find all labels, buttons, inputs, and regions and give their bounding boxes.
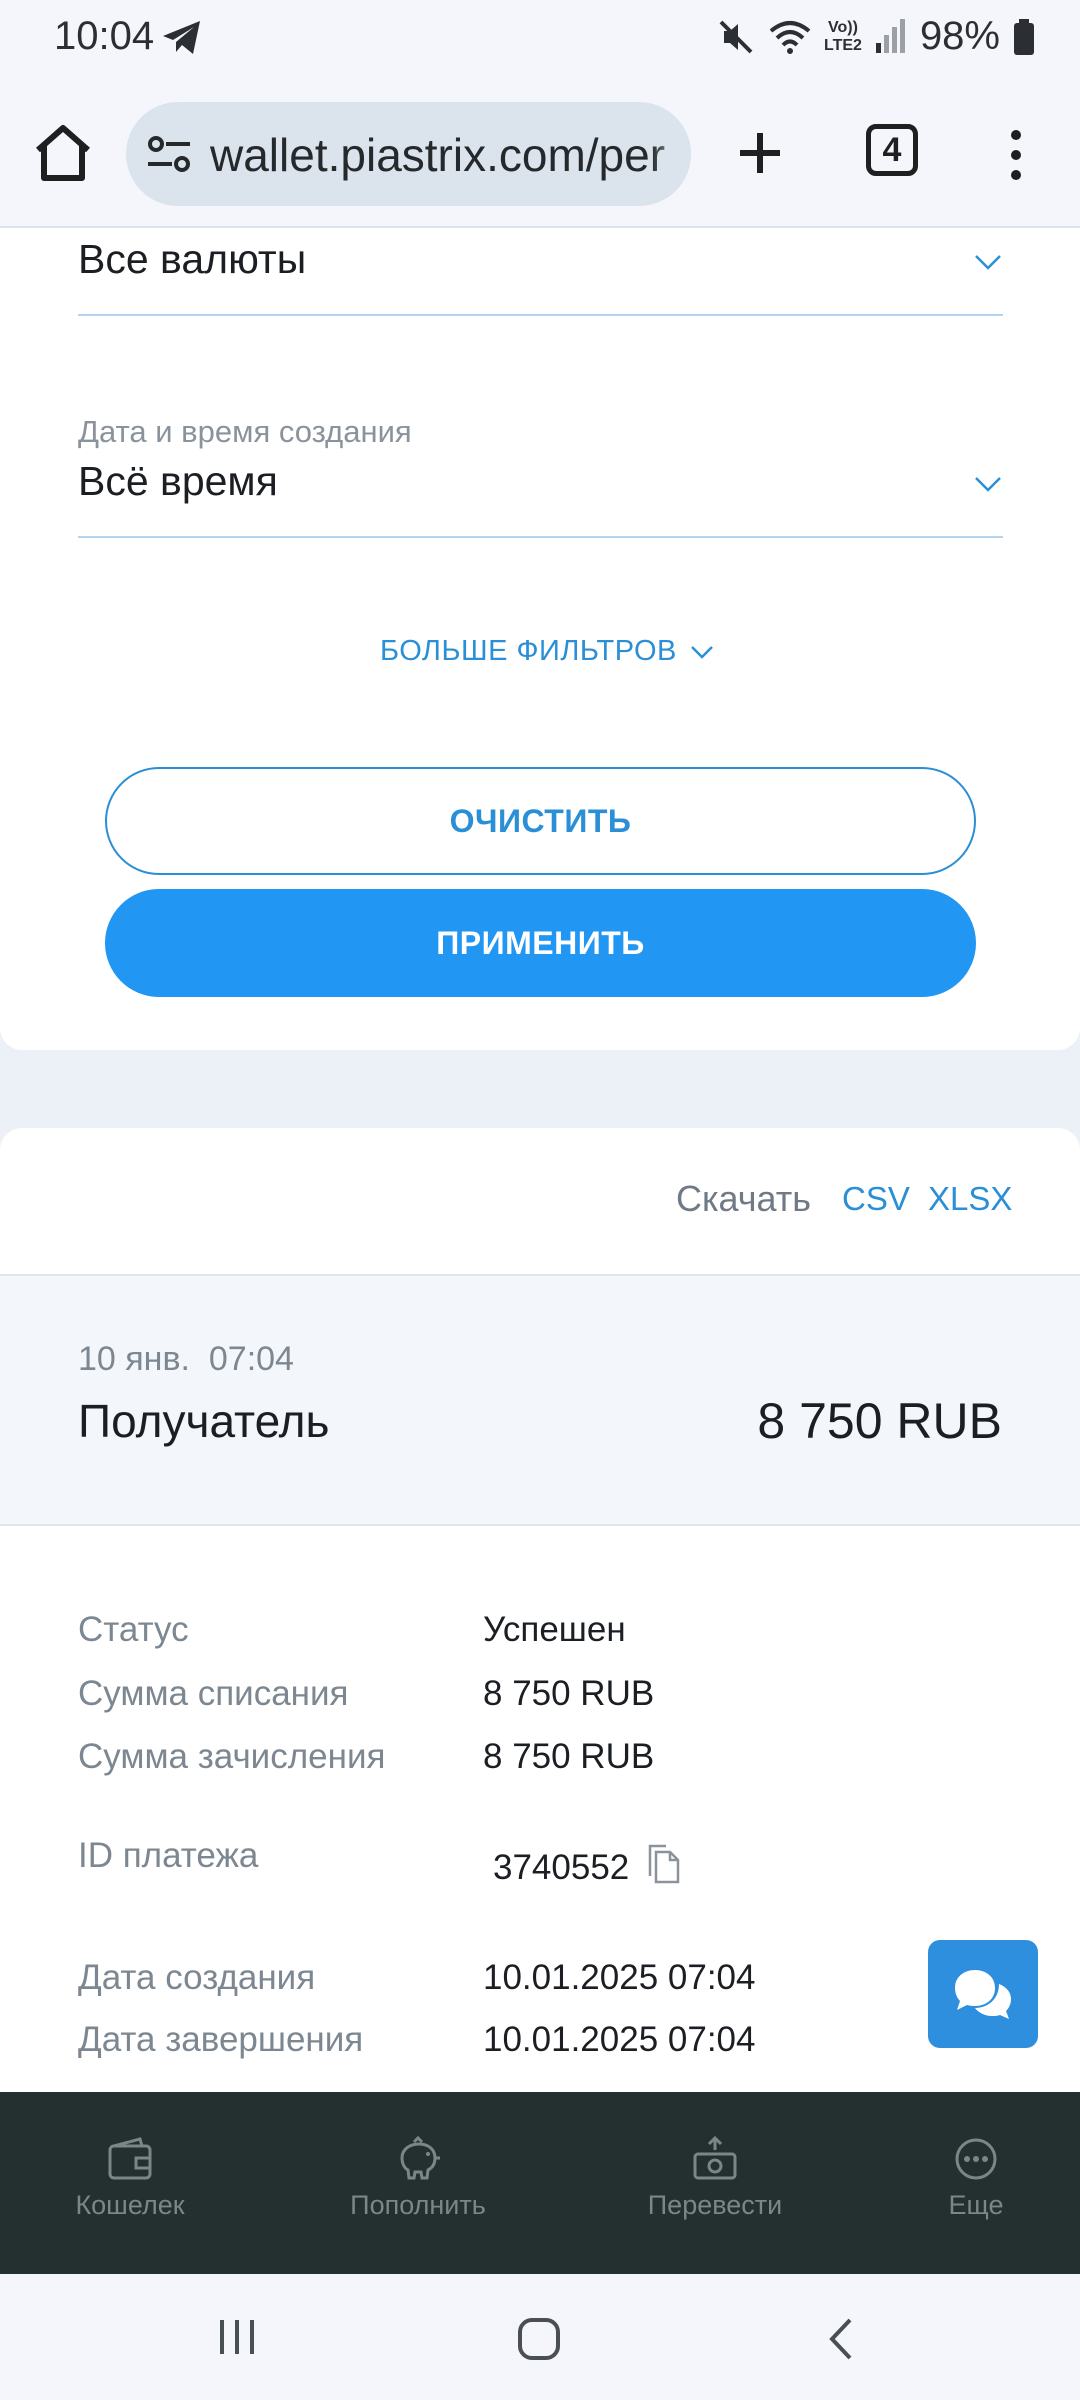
- transaction-time: 07:04: [208, 1340, 294, 1378]
- chat-icon: [955, 1970, 1011, 2019]
- address-bar[interactable]: wallet.piastrix.com/per: [126, 102, 691, 206]
- piggy-bank-icon: [400, 2136, 440, 2180]
- site-settings-icon[interactable]: [146, 132, 192, 176]
- download-csv-link[interactable]: CSV: [842, 1180, 910, 1218]
- nav-item-wallet[interactable]: Кошелек: [30, 2136, 230, 2221]
- more-filters-label: БОЛЬШЕ ФИЛЬТРОВ: [380, 635, 677, 667]
- detail-value-payment-id: 3740552: [493, 1848, 630, 1887]
- detail-value-credit-amount: 8 750 RUB: [483, 1737, 655, 1776]
- currency-select[interactable]: Все валюты: [78, 228, 1003, 316]
- status-icons: Vo)) LTE2 98%: [716, 14, 1036, 59]
- detail-label-payment-id: ID платежа: [78, 1836, 259, 1875]
- transaction-amount: 8 750 RUB: [757, 1393, 1002, 1449]
- recent-apps-icon[interactable]: [214, 2314, 260, 2360]
- volte-label: Vo)): [828, 18, 858, 36]
- chevron-down-icon: [975, 255, 1001, 270]
- tab-switcher-button[interactable]: 4: [866, 124, 918, 176]
- nav-item-deposit[interactable]: Пополнить: [318, 2136, 518, 2221]
- detail-label-status: Статус: [78, 1610, 189, 1649]
- transaction-date: 10 янв.: [78, 1340, 190, 1378]
- created-date-label: Дата и время создания: [78, 414, 412, 449]
- copy-icon[interactable]: [646, 1844, 682, 1886]
- currency-select-value: Все валюты: [78, 236, 307, 282]
- nav-label-more: Еще: [948, 2190, 1004, 2220]
- nav-item-more[interactable]: Еще: [876, 2136, 1076, 2221]
- download-xlsx-link[interactable]: XLSX: [928, 1180, 1012, 1218]
- detail-value-created-date: 10.01.2025 07:04: [483, 1958, 756, 1997]
- support-chat-button[interactable]: [928, 1940, 1038, 2048]
- nav-item-transfer[interactable]: Перевести: [615, 2136, 815, 2221]
- bottom-navigation: Кошелек Пополнить Перевести Еще: [0, 2092, 1080, 2274]
- created-date-select[interactable]: Дата и время создания Всё время: [78, 414, 1003, 538]
- status-bar: 10:04 Vo)) LTE2 98%: [0, 0, 1080, 80]
- transaction-party: Получатель: [78, 1395, 330, 1447]
- wallet-icon: [108, 2137, 152, 2180]
- detail-label-completed-date: Дата завершения: [78, 2020, 364, 2059]
- download-row: Скачать CSV XLSX: [0, 1128, 1080, 1276]
- wifi-icon: [769, 20, 811, 54]
- url-text: wallet.piastrix.com/per: [210, 129, 666, 181]
- system-navigation-bar: [0, 2274, 1080, 2400]
- transaction-datetime: 10 янв. 07:04: [78, 1340, 294, 1379]
- mute-icon: [719, 20, 753, 53]
- detail-label-created-date: Дата создания: [78, 1958, 316, 1997]
- new-tab-icon[interactable]: [730, 120, 790, 186]
- browser-toolbar: wallet.piastrix.com/per 4: [0, 80, 1080, 228]
- nav-label-deposit: Пополнить: [350, 2190, 486, 2220]
- signal-icon: [875, 18, 905, 53]
- detail-value-status: Успешен: [483, 1610, 626, 1649]
- created-date-value: Всё время: [78, 458, 278, 504]
- detail-label-debit-amount: Сумма списания: [78, 1674, 349, 1713]
- network-label: Vo)) LTE2: [824, 19, 862, 55]
- more-filters-toggle[interactable]: БОЛЬШЕ ФИЛЬТРОВ: [380, 635, 715, 668]
- detail-value-debit-amount: 8 750 RUB: [483, 1674, 655, 1713]
- apply-button[interactable]: ПРИМЕНИТЬ: [105, 889, 976, 997]
- transaction-row[interactable]: 10 янв. 07:04 Получатель 8 750 RUB: [0, 1276, 1080, 1526]
- more-icon: [955, 2138, 997, 2180]
- filter-panel: Все валюты Дата и время создания Всё вре…: [0, 228, 1080, 1050]
- home-icon[interactable]: [30, 120, 96, 186]
- back-icon[interactable]: [822, 2314, 862, 2364]
- url-fade: [651, 102, 691, 206]
- clear-button[interactable]: ОЧИСТИТЬ: [105, 767, 976, 875]
- more-options-icon[interactable]: [996, 122, 1036, 188]
- download-label: Скачать: [676, 1178, 811, 1219]
- battery-icon: [1014, 18, 1034, 55]
- detail-label-credit-amount: Сумма зачисления: [78, 1737, 386, 1776]
- money-transfer-icon: [693, 2136, 737, 2180]
- lte-label: LTE2: [824, 36, 862, 54]
- home-nav-icon[interactable]: [514, 2314, 564, 2364]
- detail-value-completed-date: 10.01.2025 07:04: [483, 2020, 756, 2059]
- battery-percent: 98%: [919, 14, 1000, 58]
- status-time: 10:04: [54, 14, 155, 58]
- nav-label-wallet: Кошелек: [75, 2190, 185, 2220]
- telegram-icon: [163, 21, 200, 54]
- chevron-down-icon: [690, 645, 713, 659]
- chevron-down-icon: [975, 477, 1001, 492]
- nav-label-transfer: Перевести: [647, 2190, 783, 2220]
